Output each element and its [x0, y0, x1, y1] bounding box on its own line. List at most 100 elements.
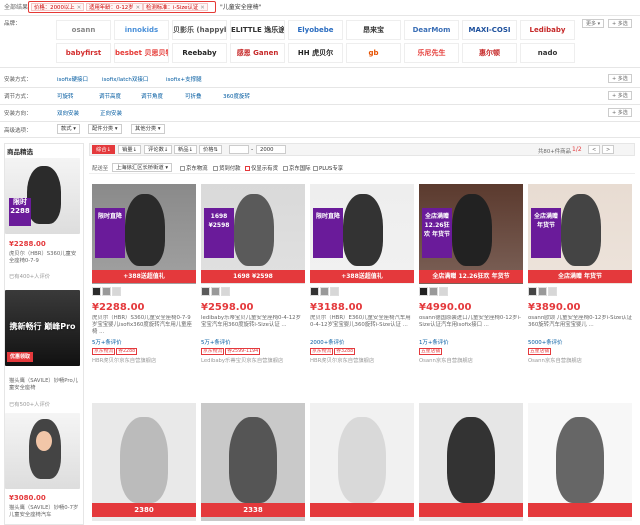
product-image[interactable]	[310, 403, 414, 521]
product-title[interactable]: ledibaby乐蒂宝贝儿童安全座椅0-4-12岁宝宝汽车用360度旋转i-Si…	[201, 315, 305, 337]
next-page-button[interactable]: >	[602, 145, 615, 154]
check-jd-logistics[interactable]: 京东物流	[180, 164, 208, 172]
sort-comprehensive[interactable]: 综合↓	[92, 145, 116, 154]
accessory-dropdown[interactable]: 配件分类 ▾	[88, 124, 122, 134]
sort-new[interactable]: 新品↓	[174, 145, 198, 154]
review-count[interactable]: 2000+条评价	[310, 338, 344, 346]
product-image[interactable]: 全店满赠 12.26狂欢 年货节 全店满赠 12.26狂欢 年货节	[419, 184, 523, 284]
brand-logo[interactable]: 惠尔顿	[462, 43, 517, 63]
color-thumbnails[interactable]	[201, 287, 231, 296]
shop-name[interactable]: HBR虎贝尔京东自营旗舰店	[92, 356, 156, 364]
close-icon[interactable]: ✕	[77, 5, 82, 11]
option-isofix-latch[interactable]: isofix/latch双接口	[102, 75, 148, 83]
brand-logo[interactable]: Reebaby	[172, 43, 227, 63]
sidebar-title-text[interactable]: 猫头鹰（SAVILE）妙畅Pro儿童安全座椅	[9, 378, 81, 392]
check-cod[interactable]: 货到付款	[213, 164, 241, 172]
product-card[interactable]: 限时直降 +388送超值礼 ¥3188.00 虎贝尔（HBR）E360儿童安全座椅汽车…	[310, 184, 414, 372]
brand-logo[interactable]: nado	[520, 43, 575, 63]
close-icon[interactable]: ✕	[136, 5, 141, 11]
brand-logo[interactable]: besbet 贝思贝特	[114, 43, 169, 63]
color-thumbnails[interactable]	[419, 287, 449, 296]
sidebar-title-text[interactable]: 虎贝尔（HBR）S360儿童安全座椅0-7-9	[9, 251, 81, 265]
product-card[interactable]: 1698 ¥2598 1698 ¥2598 ¥2598.00 ledibaby乐蒂宝贝…	[201, 184, 305, 372]
brand-logo[interactable]: gb	[346, 43, 401, 63]
brand-logo[interactable]: MAXI-COSI	[462, 20, 517, 40]
product-image[interactable]	[419, 403, 523, 521]
brand-logo[interactable]: HH 虎贝尔	[288, 43, 343, 63]
shop-name[interactable]: Osann京东自营旗舰店	[419, 356, 473, 364]
color-thumbnails[interactable]	[528, 287, 558, 296]
brand-logo[interactable]: 乐尼先生	[404, 43, 459, 63]
brand-logo[interactable]: 感恩 Ganen	[230, 43, 285, 63]
divider	[0, 15, 640, 16]
multi-select-button[interactable]: + 多选	[608, 91, 632, 100]
product-card[interactable]: 全店满赠 年货节 全店满赠 年货节 ¥3890.00 osann欧颂 儿童安全座椅0-…	[528, 184, 632, 372]
review-count[interactable]: 5万+条评价	[201, 338, 231, 346]
product-image[interactable]: 限时直降 +388送超值礼	[310, 184, 414, 284]
more-button[interactable]: 更多 ▾	[582, 19, 605, 28]
check-in-stock[interactable]: 仅显示有货	[245, 164, 278, 172]
filter-chip-age[interactable]: 适用年龄：0-12岁 ✕	[86, 3, 144, 11]
product-image[interactable]: 全店满赠 年货节 全店满赠 年货节	[528, 184, 632, 284]
sidebar-product-image[interactable]: 携新畅行 巅峰Pro 优惠领取	[5, 290, 80, 366]
product-card[interactable]: 全店满赠 12.26狂欢 年货节 全店满赠 12.26狂欢 年货节 ¥4990.00…	[419, 184, 523, 372]
product-image[interactable]: 1698 ¥2598 1698 ¥2598	[201, 184, 305, 284]
filter-chip-price[interactable]: 价格：2000以上 ✕	[31, 3, 85, 11]
shop-name[interactable]: HBR虎贝尔京东自营旗舰店	[310, 356, 374, 364]
product-image[interactable]: 限时直降 +388送超值礼	[92, 184, 196, 284]
other-dropdown[interactable]: 其他分类 ▾	[131, 124, 165, 134]
color-thumbnails[interactable]	[310, 287, 340, 296]
brand-logo[interactable]: Elyobebe	[288, 20, 343, 40]
review-count[interactable]: 5000+条评价	[528, 338, 562, 346]
product-image[interactable]: 2380	[92, 403, 196, 521]
product-title[interactable]: osann德国原装进口儿童安全座椅0-12岁i-Size认证汽车用isofix接…	[419, 315, 523, 337]
brand-logo[interactable]: innokids	[114, 20, 169, 40]
option-angle[interactable]: 调节角度	[141, 92, 163, 100]
brand-logo[interactable]: osann	[56, 20, 111, 40]
sidebar-product-image[interactable]: 限时 2288	[5, 158, 80, 234]
price-from-input[interactable]	[229, 145, 249, 154]
brand-logo[interactable]: 昂来宝	[346, 20, 401, 40]
multi-select-button[interactable]: + 多选	[608, 74, 632, 83]
option-height[interactable]: 调节高度	[99, 92, 121, 100]
brand-logo[interactable]: Ledibaby	[520, 20, 575, 40]
filter-chip-standard[interactable]: 检测标准：i-Size认证 ✕	[143, 3, 208, 11]
breadcrumb[interactable]: 全部结果	[4, 3, 28, 13]
brand-logo[interactable]: 贝影乐 (happybe)	[172, 20, 227, 40]
review-count[interactable]: 5万+条评价	[92, 338, 122, 346]
option-dual[interactable]: 双向安装	[57, 109, 79, 117]
location-dropdown[interactable]: 上海徐汇区长桥街道 ▾	[112, 163, 173, 172]
sort-sales[interactable]: 销量↓	[118, 145, 142, 154]
option-isofix-leg[interactable]: isofix+支撑腿	[166, 75, 202, 83]
color-thumbnails[interactable]	[92, 287, 122, 296]
option-forward[interactable]: 正向安装	[100, 109, 122, 117]
review-count[interactable]: 1万+条评价	[419, 338, 449, 346]
brand-logo[interactable]: ELITTLE 逸乐途	[230, 20, 285, 40]
brand-logo[interactable]: babyfirst	[56, 43, 111, 63]
option-360[interactable]: 360度旋转	[223, 92, 250, 100]
sidebar-product-image[interactable]	[5, 413, 80, 489]
shop-name[interactable]: Osann京东自营旗舰店	[528, 356, 582, 364]
check-plus[interactable]: PLUS专享	[313, 164, 343, 172]
option-isofix[interactable]: isofix硬接口	[57, 75, 88, 83]
sort-reviews[interactable]: 评论数↓	[144, 145, 173, 154]
multi-select-button[interactable]: + 多选	[608, 108, 632, 117]
close-icon[interactable]: ✕	[200, 5, 205, 11]
option-fold[interactable]: 可折叠	[185, 92, 202, 100]
product-title[interactable]: 虎贝尔（HBR）S360儿童安全座椅0-7-9岁宝宝婴儿isofix360度旋转…	[92, 315, 196, 337]
product-image[interactable]: 2338	[201, 403, 305, 521]
prev-page-button[interactable]: <	[588, 145, 601, 154]
multi-select-button[interactable]: + 多选	[608, 19, 632, 28]
product-title[interactable]: 虎贝尔（HBR）E360儿童安全座椅汽车用0-4-12岁宝宝婴儿360旋转i-S…	[310, 315, 414, 337]
brand-logo[interactable]: DearMom	[404, 20, 459, 40]
style-dropdown[interactable]: 款式 ▾	[57, 124, 80, 134]
sort-price[interactable]: 价格⇅	[199, 145, 223, 154]
sidebar-title-text[interactable]: 猫头鹰（SAVILE）妙畅0-7岁儿童安全座椅汽车	[9, 505, 81, 519]
option-rotate[interactable]: 可旋转	[57, 92, 74, 100]
price-to-input[interactable]: 2000	[256, 145, 286, 154]
check-jd-intl[interactable]: 京东国际	[283, 164, 311, 172]
product-title[interactable]: osann欧颂 儿童安全座椅0-12岁i-Size认证360旋转汽车用宝宝婴儿 …	[528, 315, 632, 337]
shop-name[interactable]: Ledibaby乐蒂宝贝京东自营旗舰店	[201, 356, 283, 364]
product-card[interactable]: 限时直降 +388送超值礼 ¥2288.00 虎贝尔（HBR）S360儿童安全座椅0-…	[92, 184, 196, 372]
product-image[interactable]	[528, 403, 632, 521]
